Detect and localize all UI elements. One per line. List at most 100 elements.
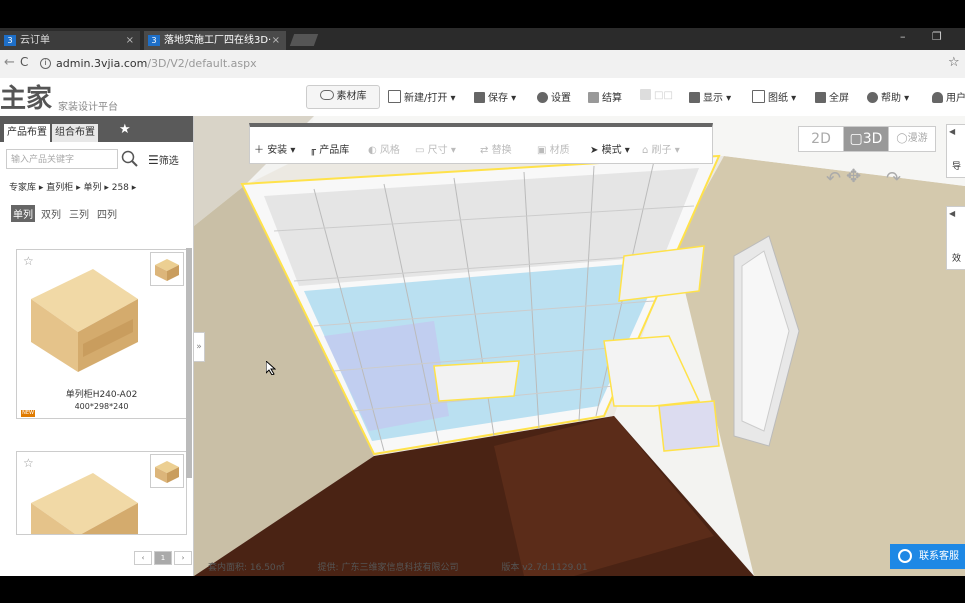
left-panel-tabs: 产品布置 组合布置 ★ (0, 116, 193, 142)
page-1-button[interactable]: 1 (154, 551, 172, 565)
mode-tool[interactable]: ➤ 模式 ▾ (590, 141, 630, 156)
bookmark-star-icon[interactable]: ☆ (948, 55, 960, 70)
help-button[interactable]: 帮助 ▾ (867, 89, 909, 104)
app-header: 主家 家装设计平台 素材库 新建/打开 ▾ 保存 ▾ 设置 结算 □□ 显示 ▾… (0, 78, 965, 117)
reload-icon[interactable]: C (20, 55, 28, 69)
tab-combo-layout[interactable]: 组合布置 (52, 124, 98, 142)
help-icon (867, 92, 878, 103)
provider-text: 提供: 广东三维家信息科技有限公司 (317, 563, 459, 573)
search-icon[interactable] (120, 149, 140, 169)
chair-icon: ╓ (310, 145, 317, 156)
fullscreen-button[interactable]: 全屏 (815, 89, 849, 104)
address-bar: ← C i admin.3vjia.com/3D/V2/default.aspx… (0, 50, 965, 79)
user-button[interactable]: 用户 (932, 89, 965, 104)
collapse-panel-button[interactable]: » (193, 332, 205, 362)
person-icon: ◯ (896, 133, 908, 144)
info-icon[interactable]: i (40, 58, 51, 69)
filter-button[interactable]: ☰筛选 (148, 152, 179, 167)
restore-button[interactable]: ❐ (932, 30, 942, 43)
checkout-button[interactable]: 结算 (588, 89, 622, 104)
site-favicon-icon: 3 (4, 35, 16, 46)
user-icon (932, 92, 943, 103)
plus-icon: ＋ (254, 145, 264, 156)
product-thumbnail[interactable] (150, 252, 184, 286)
product-card[interactable]: ☆ (16, 451, 187, 535)
breadcrumb[interactable]: 专家库 ▸ 直列柜 ▸ 单列 ▸ 258 ▸ (9, 180, 136, 193)
list-icon: ☰ (148, 153, 159, 167)
cart-icon (588, 92, 599, 103)
tab-close-icon[interactable]: × (272, 31, 280, 50)
view-2d-button[interactable]: 2D (798, 126, 844, 152)
canvas-toolbar: ＋ 安装 ▾ ╓ 产品库 ◐ 风格 ▭ 尺寸 ▾ ⇄ 替换 ▣ 材质 ➤ 模式 … (249, 123, 713, 164)
settings-button[interactable]: 设置 (537, 89, 571, 104)
product-image (31, 269, 138, 372)
customer-support-button[interactable]: 联系客服 (890, 544, 965, 569)
view-3d-button[interactable]: ▢3D (843, 126, 889, 152)
status-bar: 套内面积: 16.50㎡ 提供: 广东三维家信息科技有限公司 版本 v2.7d.… (208, 560, 588, 573)
save-button[interactable]: 保存 ▾ (474, 89, 516, 104)
browser-tab-bar: 3 云订单 × 3 落地实施工厂四在线3D· × (0, 28, 965, 50)
pagination: ‹ 1 › (134, 550, 194, 565)
tab-product-layout[interactable]: 产品布置 (4, 124, 50, 142)
right-panel-effect[interactable]: ◀ 效 (946, 206, 965, 270)
disabled-header-button: □□ (640, 89, 673, 101)
browser-tab-3d-design[interactable]: 3 落地实施工厂四在线3D· × (144, 31, 286, 50)
walkthrough-button[interactable]: ◯漫游 (888, 126, 936, 152)
mouse-cursor-icon (266, 361, 276, 375)
url-field[interactable]: admin.3vjia.com/3D/V2/default.aspx (56, 57, 257, 70)
rotate-left-icon: ↶ (826, 168, 842, 189)
install-tool[interactable]: ＋ 安装 ▾ (254, 141, 295, 156)
pan-icon: ✥ (846, 166, 862, 187)
new-tab-button[interactable] (289, 34, 319, 46)
right-panel-guide[interactable]: ◀ 导 (946, 124, 965, 178)
product-library-tool[interactable]: ╓ 产品库 (310, 141, 349, 156)
tab-close-icon[interactable]: × (126, 31, 134, 50)
save-icon (474, 92, 485, 103)
style-tool: ◐ 风格 (368, 145, 400, 156)
brush-tool: ⌂ 刷子 ▾ (642, 145, 680, 156)
new-open-button[interactable]: 新建/打开 ▾ (388, 89, 456, 104)
swap-icon: ⇄ (480, 145, 489, 156)
col-double[interactable]: 双列 (39, 205, 63, 222)
cabinet-model[interactable] (658, 400, 720, 452)
headset-icon (898, 549, 912, 563)
logo-subtitle: 家装设计平台 (58, 102, 118, 113)
col-triple[interactable]: 三列 (67, 205, 91, 222)
product-card[interactable]: ☆ 单列柜H240-A02 400*298*240 NEW (16, 249, 187, 419)
navigation-compass[interactable]: ↶ ✥ ↷ (826, 160, 906, 200)
cloud-icon (319, 90, 334, 100)
favorites-star-icon[interactable]: ★ (119, 122, 131, 137)
floor-area: 套内面积: 16.50㎡ (208, 563, 285, 573)
ruler-icon: ▭ (415, 145, 425, 156)
col-quad[interactable]: 四列 (95, 205, 119, 222)
display-button[interactable]: 显示 ▾ (689, 89, 731, 104)
collapse-left-icon: ◀ (949, 127, 956, 136)
collapse-left-icon: ◀ (949, 209, 956, 218)
grid-icon (689, 92, 700, 103)
cube-icon: ▢ (849, 131, 863, 147)
browser-tab-cloud-order[interactable]: 3 云订单 × (0, 31, 140, 50)
product-dimensions: 400*298*240 (74, 402, 129, 411)
product-thumbnail[interactable] (150, 454, 184, 488)
tab-label: 落地实施工厂四在线3D· (164, 35, 272, 46)
palette-icon: ◐ (368, 145, 377, 156)
col-single[interactable]: 单列 (11, 205, 35, 222)
material-tool: ▣ 材质 (537, 145, 570, 156)
next-page-button[interactable]: › (174, 551, 192, 565)
desk-model[interactable] (603, 335, 701, 407)
drawing-icon (752, 90, 765, 103)
product-image (31, 473, 138, 534)
product-list-scrollbar[interactable] (186, 248, 192, 478)
disabled-icon (640, 89, 651, 100)
replace-tool: ⇄ 替换 (480, 145, 512, 156)
prev-page-button[interactable]: ‹ (134, 551, 152, 565)
gear-icon (537, 92, 548, 103)
fullscreen-icon (815, 92, 826, 103)
column-filter: 单列 双列 三列 四列 (11, 205, 123, 222)
material-library-button[interactable]: 素材库 (306, 85, 380, 109)
search-input[interactable]: 输入产品关键字 (6, 149, 118, 169)
back-arrow-icon[interactable]: ← (4, 55, 15, 70)
drawings-button[interactable]: 图纸 ▾ (752, 89, 796, 104)
product-name: 单列柜H240-A02 (65, 390, 138, 400)
minimize-button[interactable]: – (900, 30, 906, 43)
